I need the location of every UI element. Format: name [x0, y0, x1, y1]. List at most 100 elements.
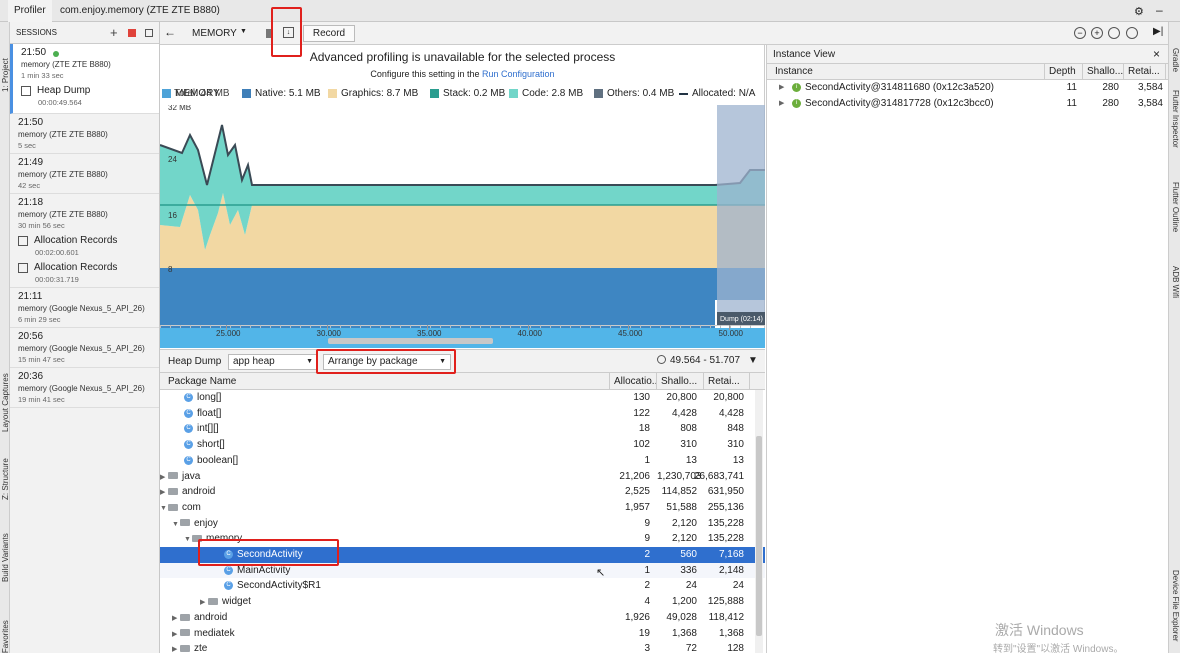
- package-name: java: [182, 470, 201, 482]
- x-minor-tick: [330, 325, 331, 328]
- package-name: android: [182, 486, 216, 498]
- shallow-size: 1,368: [671, 627, 697, 639]
- collapse-arrow-icon[interactable]: ▼: [160, 501, 168, 517]
- zoom-to-selection-icon[interactable]: [1126, 27, 1138, 39]
- minimize-icon[interactable]: –: [1156, 3, 1163, 17]
- expand-arrow-icon[interactable]: ▶: [160, 470, 168, 486]
- session-item[interactable]: 20:56 memory (Google Nexus_5_API_26) 15 mi…: [10, 328, 159, 368]
- heap-dump-selection: [717, 105, 765, 325]
- tool-structure[interactable]: Z: Structure: [1, 458, 10, 500]
- table-row[interactable]: ▶ mediatek 19 1,368 1,368: [160, 626, 765, 642]
- x-tick-label: 35.000: [417, 329, 442, 338]
- tool-build-variants[interactable]: Build Variants: [1, 533, 10, 582]
- heap-dump-label: Heap Dump: [168, 356, 222, 367]
- table-row[interactable]: ▶ android 1,926 49,028 118,412: [160, 610, 765, 626]
- col-allocations[interactable]: Allocatio...: [610, 373, 657, 390]
- go-live-icon[interactable]: ▶|: [1153, 26, 1163, 37]
- expand-arrow-icon[interactable]: ▶: [160, 485, 168, 501]
- gear-icon[interactable]: ⚙: [1134, 5, 1144, 18]
- x-minor-tick: [290, 325, 291, 328]
- session-duration: 6 min 29 sec: [18, 315, 61, 324]
- stop-session-icon[interactable]: [128, 29, 136, 37]
- table-row[interactable]: ▶ android 2,525 114,852 631,950: [160, 484, 765, 500]
- expand-arrow-icon[interactable]: ▶: [172, 627, 180, 643]
- col-instance-retained[interactable]: Retai...: [1124, 64, 1166, 80]
- session-artifact[interactable]: Allocation Records: [18, 235, 151, 246]
- tool-device-file-explorer[interactable]: Device File Explorer: [1171, 570, 1180, 642]
- timeline-scrollbar[interactable]: [328, 338, 493, 344]
- session-item[interactable]: 21:49 memory (ZTE ZTE B880) 42 sec: [10, 154, 159, 194]
- alloc-count: 2: [644, 549, 650, 560]
- table-row[interactable]: ▶ widget 4 1,200 125,888: [160, 594, 765, 610]
- expand-arrow-icon[interactable]: ▶: [779, 99, 784, 107]
- col-instance-shallow[interactable]: Shallo...: [1083, 64, 1124, 80]
- collapse-arrow-icon[interactable]: ▼: [172, 517, 180, 533]
- tool-favorites[interactable]: 2: Favorites: [1, 620, 10, 653]
- instance-row[interactable]: ▶ i SecondActivity@314811680 (0x12c3a520) 1…: [767, 80, 1168, 96]
- instance-row[interactable]: ▶ i SecondActivity@314817728 (0x12c3bcc0) 1…: [767, 96, 1168, 112]
- collapse-arrow-icon[interactable]: ▼: [184, 532, 192, 548]
- expand-arrow-icon[interactable]: ▶: [172, 611, 180, 627]
- retained-size: 135,228: [707, 517, 744, 529]
- col-shallow[interactable]: Shallo...: [657, 373, 704, 390]
- folder-icon: [208, 597, 218, 605]
- add-session-icon[interactable]: +: [110, 22, 118, 44]
- tool-project[interactable]: 1: Project: [1, 58, 10, 92]
- table-row[interactable]: Cfloat[] 122 4,428 4,428: [160, 406, 765, 422]
- tab-process[interactable]: com.enjoy.memory (ZTE ZTE B880): [54, 0, 226, 22]
- session-item[interactable]: 21:18 memory (ZTE ZTE B880) 30 min 56 sec A…: [10, 194, 159, 288]
- session-artifact[interactable]: Heap Dump: [21, 85, 151, 96]
- retained-size: 20,800: [713, 392, 744, 403]
- close-icon[interactable]: ×: [1153, 45, 1160, 64]
- expand-arrow-icon[interactable]: ▶: [779, 83, 784, 91]
- table-row[interactable]: ▼ com 1,957 51,588 255,136: [160, 500, 765, 516]
- col-retained[interactable]: Retai...: [704, 373, 750, 390]
- table-row[interactable]: Cshort[] 102 310 310: [160, 437, 765, 453]
- zoom-out-icon[interactable]: −: [1074, 27, 1086, 39]
- session-artifact[interactable]: Allocation Records: [18, 262, 151, 273]
- col-depth[interactable]: Depth: [1045, 64, 1083, 80]
- x-minor-tick: [170, 325, 171, 328]
- back-arrow-icon[interactable]: ←: [164, 25, 176, 39]
- tool-gradle[interactable]: Gradle: [1171, 48, 1180, 72]
- run-configuration-link[interactable]: Run Configuration: [482, 69, 555, 79]
- x-minor-tick: [750, 325, 751, 328]
- table-row[interactable]: Clong[] 130 20,800 20,800: [160, 390, 765, 406]
- record-button[interactable]: Record: [303, 25, 355, 42]
- zoom-in-icon[interactable]: +: [1091, 27, 1103, 39]
- folder-icon: [168, 488, 178, 496]
- filter-icon[interactable]: ▼: [748, 355, 758, 366]
- col-instance[interactable]: Instance: [767, 64, 1045, 80]
- table-row[interactable]: Cint[][] 18 808 848: [160, 421, 765, 437]
- session-item[interactable]: 21:11 memory (Google Nexus_5_API_26) 6 min…: [10, 288, 159, 328]
- table-row[interactable]: ▶ zte 3 72 128: [160, 641, 765, 653]
- tool-flutter-inspector[interactable]: Flutter Inspector: [1171, 90, 1180, 148]
- expand-arrow-icon[interactable]: ▶: [200, 595, 208, 611]
- y-tick-8: 8: [168, 265, 173, 274]
- profiler-toolbar: ← MEMORY ▼ ↓ Record − + ▶|: [160, 22, 1168, 45]
- session-item[interactable]: 21:50 memory (ZTE ZTE B880) 1 min 33 sec He…: [10, 44, 159, 114]
- session-item[interactable]: 21:50 memory (ZTE ZTE B880) 5 sec: [10, 114, 159, 154]
- memory-dropdown-icon[interactable]: ▼: [240, 28, 247, 35]
- table-row[interactable]: Cboolean[] 1 13 13: [160, 453, 765, 469]
- table-row[interactable]: ▼ enjoy 9 2,120 135,228: [160, 516, 765, 532]
- reset-zoom-icon[interactable]: [1108, 27, 1120, 39]
- table-row[interactable]: ▶ java 21,206 1,230,703 26,683,741: [160, 469, 765, 485]
- tool-flutter-outline[interactable]: Flutter Outline: [1171, 182, 1180, 232]
- x-minor-tick: [180, 325, 181, 328]
- tab-profiler[interactable]: Profiler: [8, 0, 52, 22]
- tool-adb-wifi[interactable]: ADB Wifi: [1171, 266, 1180, 298]
- session-time: 20:56: [18, 331, 44, 342]
- shallow-size: 2,120: [671, 517, 697, 529]
- session-device: memory (ZTE ZTE B880): [18, 170, 108, 179]
- sessions-header: SESSIONS +: [10, 22, 159, 44]
- session-item[interactable]: 20:36 memory (Google Nexus_5_API_26) 19 mi…: [10, 368, 159, 408]
- table-scrollbar[interactable]: [756, 436, 762, 636]
- expand-arrow-icon[interactable]: ▶: [172, 642, 180, 653]
- session-time: 21:50: [18, 117, 44, 128]
- heap-select[interactable]: app heap ▼: [228, 354, 318, 370]
- col-package-name[interactable]: Package Name: [160, 373, 610, 390]
- table-row[interactable]: C SecondActivity$R1 2 24 24: [160, 578, 765, 594]
- collapse-panel-icon[interactable]: [145, 29, 153, 37]
- tool-layout-captures[interactable]: Layout Captures: [1, 373, 10, 432]
